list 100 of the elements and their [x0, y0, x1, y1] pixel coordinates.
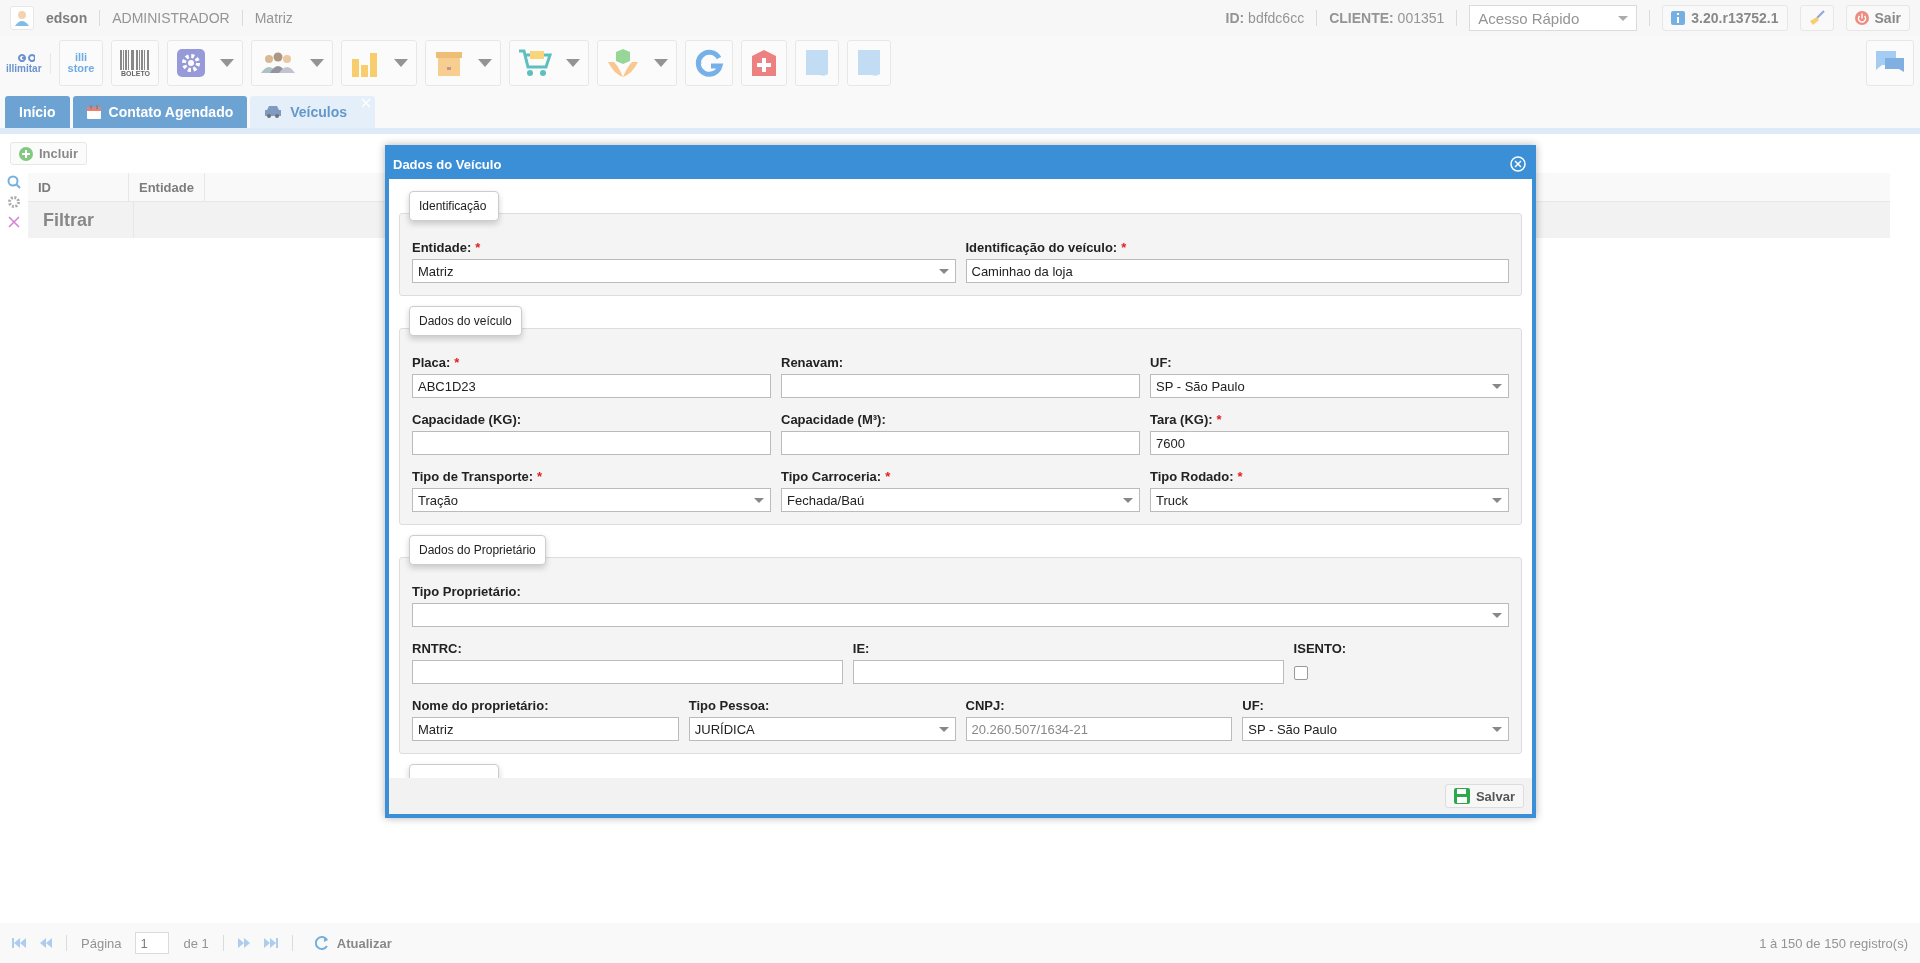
- box-icon: [434, 49, 465, 77]
- barcode-icon: [120, 49, 151, 70]
- user-role: ADMINISTRADOR: [112, 10, 230, 26]
- power-icon: [1854, 11, 1869, 25]
- quick-access-select[interactable]: Acesso Rápido: [1469, 5, 1638, 31]
- refresh-button[interactable]: Atualizar: [306, 932, 400, 954]
- save-button[interactable]: Salvar: [1444, 784, 1524, 808]
- clear-cache-button[interactable]: [1799, 5, 1834, 31]
- next-page-icon[interactable]: [237, 938, 250, 948]
- document-icon: [856, 48, 883, 78]
- settings-icon[interactable]: [7, 195, 21, 209]
- first-page-icon[interactable]: [12, 938, 26, 948]
- field-label: RNTRC:: [412, 641, 463, 656]
- user-avatar-icon: [10, 6, 34, 30]
- toolbar-button[interactable]: [685, 40, 734, 86]
- section-legend: Dados do Proprietário: [409, 535, 546, 565]
- text-field[interactable]: Caminhao da loja: [965, 259, 1509, 283]
- text-field[interactable]: [412, 431, 771, 455]
- text-field[interactable]: [781, 374, 1140, 398]
- field-label: Entidade: *: [412, 240, 482, 255]
- broom-icon: [1808, 10, 1825, 26]
- hands-box-icon: [606, 48, 641, 78]
- toolbar-button[interactable]: [251, 40, 334, 86]
- text-field[interactable]: [412, 660, 843, 684]
- text-field[interactable]: Matriz: [412, 717, 679, 741]
- checkbox[interactable]: [1293, 666, 1308, 680]
- page-field[interactable]: 1: [135, 932, 170, 954]
- logout-button[interactable]: Sair: [1845, 5, 1910, 31]
- refresh-icon: [694, 48, 725, 78]
- field-label: Capacidade (M³):: [781, 412, 887, 427]
- page-count: de 1: [183, 935, 209, 951]
- dialog-title: Dados do Veículo: [393, 156, 502, 172]
- client-code: CLIENTE: 001351: [1329, 10, 1445, 26]
- text-field[interactable]: 20.260.507/1634-21: [965, 717, 1233, 741]
- toolbar-button[interactable]: [847, 40, 892, 86]
- field-label: Identificação do veículo: *: [965, 240, 1128, 255]
- field-label: Tipo Proprietário:: [412, 584, 522, 599]
- toolbar-button[interactable]: illi store: [58, 40, 104, 86]
- field-label: Renavam:: [781, 355, 845, 370]
- car-icon: [264, 105, 283, 119]
- toolbar-button[interactable]: [741, 40, 788, 86]
- tab[interactable]: Contato Agendado: [72, 96, 248, 128]
- tab[interactable]: Veículos: [250, 96, 376, 128]
- text-field[interactable]: ABC1D23: [412, 374, 771, 398]
- toolbar-button[interactable]: [167, 40, 244, 86]
- close-icon[interactable]: [7, 215, 21, 229]
- field-label: Nome do proprietário:: [412, 698, 550, 713]
- select-field[interactable]: Matriz: [412, 259, 956, 283]
- field-label: Capacidade (KG):: [412, 412, 523, 427]
- select-field[interactable]: Tração: [412, 488, 771, 512]
- session-id: ID: bdfdc6cc: [1225, 10, 1305, 26]
- field-label: ISENTO:: [1293, 641, 1348, 656]
- tab[interactable]: Início: [5, 96, 70, 128]
- field-label: Tara (KG): *: [1150, 412, 1223, 427]
- field-label: Tipo de Transporte: *: [412, 469, 544, 484]
- field-label: Tipo Pessoa:: [688, 698, 771, 713]
- toolbar-button[interactable]: [425, 40, 502, 86]
- select-field[interactable]: JURÍDICA: [688, 717, 956, 741]
- app-logo[interactable]: illimitar: [6, 52, 51, 74]
- refresh-icon: [314, 935, 329, 951]
- last-page-icon[interactable]: [263, 938, 278, 948]
- field-label: IE:: [852, 641, 871, 656]
- text-field[interactable]: [852, 660, 1284, 684]
- toolbar-button[interactable]: [795, 40, 840, 86]
- record-count: 1 à 150 de 150 registro(s): [1759, 935, 1908, 951]
- field-label: UF:: [1150, 355, 1173, 370]
- select-field[interactable]: SP - São Paulo: [1150, 374, 1509, 398]
- section-legend: Dados do veículo: [409, 306, 522, 336]
- section-legend: Identificação: [409, 191, 499, 221]
- company-name: Matriz: [254, 10, 293, 26]
- calendar-icon: [86, 105, 101, 119]
- people-icon: [260, 51, 297, 75]
- toolbar-button[interactable]: [341, 40, 418, 86]
- select-field[interactable]: Fechada/Baú: [781, 488, 1140, 512]
- text-field[interactable]: 7600: [1150, 431, 1509, 455]
- plus-icon: [19, 146, 33, 161]
- chat-button[interactable]: [1866, 40, 1914, 86]
- select-field[interactable]: Truck: [1150, 488, 1509, 512]
- toolbar-button[interactable]: [509, 40, 590, 86]
- field-label: CNPJ:: [965, 698, 1006, 713]
- toolbar-button[interactable]: [597, 40, 678, 86]
- cart-icon: [518, 48, 553, 78]
- page-label: Página: [81, 935, 122, 951]
- user-name: edson: [46, 10, 88, 26]
- medical-icon: [750, 49, 779, 77]
- version-button[interactable]: 3.20.r13752.1: [1662, 5, 1788, 31]
- select-field[interactable]: SP - São Paulo: [1242, 717, 1509, 741]
- column-header[interactable]: Entidade: [129, 173, 205, 201]
- document-icon: [804, 48, 831, 78]
- field-label: Tipo Rodado: *: [1150, 469, 1244, 484]
- column-header[interactable]: ID: [28, 173, 129, 201]
- field-label: Placa: *: [412, 355, 461, 370]
- field-label: Tipo Carroceria: *: [781, 469, 892, 484]
- previous-page-icon[interactable]: [40, 938, 52, 948]
- search-icon[interactable]: [7, 175, 21, 189]
- select-field[interactable]: [412, 603, 1509, 627]
- add-button[interactable]: Incluir: [10, 142, 87, 165]
- gear-icon: [176, 48, 207, 78]
- filter-label: Filtrar: [28, 202, 134, 238]
- text-field[interactable]: [781, 431, 1140, 455]
